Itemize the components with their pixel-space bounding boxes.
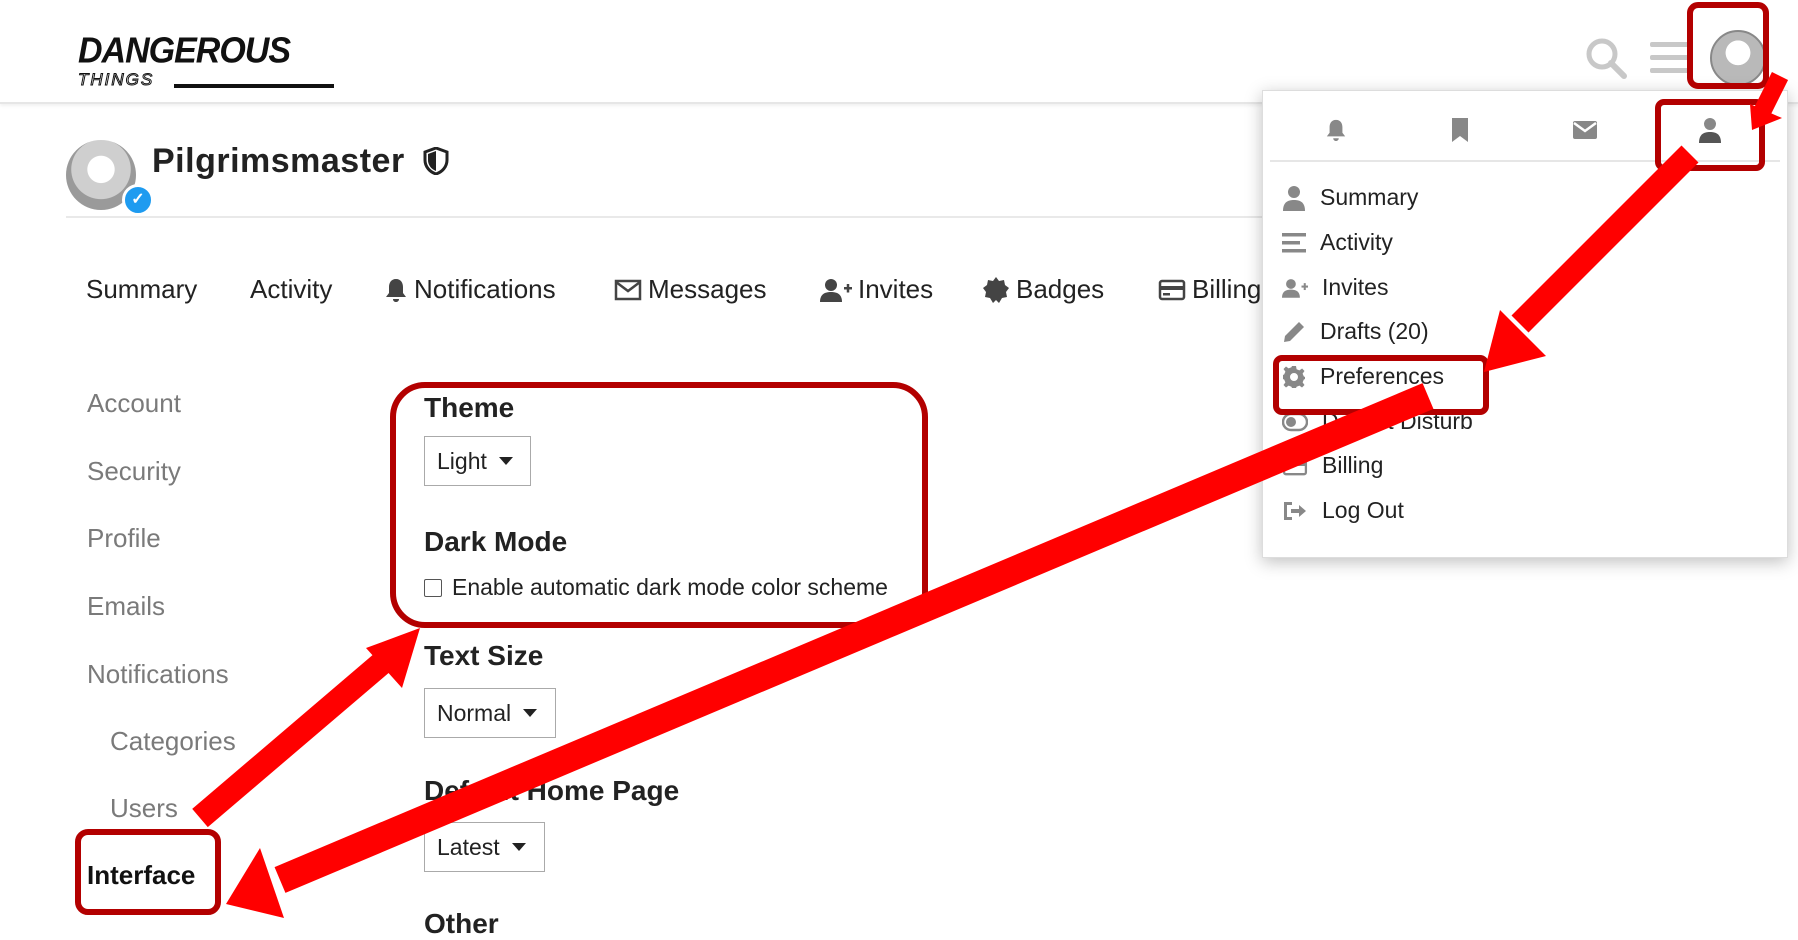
username-text: Pilgrimsmaster	[152, 142, 405, 180]
dark-mode-heading: Dark Mode	[424, 526, 568, 557]
menu-item-label: Summary	[1320, 184, 1419, 210]
tab-label: Messages	[648, 274, 767, 304]
menu-item-summary[interactable]: Summary	[1282, 184, 1418, 211]
tab-invites[interactable]: Invites	[820, 274, 933, 305]
profile-username: Pilgrimsmaster	[152, 142, 449, 181]
user-plus-icon	[820, 278, 852, 302]
arrowhead-icon	[226, 848, 284, 918]
dark-mode-checkbox[interactable]	[424, 578, 442, 597]
toggle-icon	[1282, 412, 1308, 431]
tab-notifications[interactable]: Notifications	[384, 274, 556, 305]
sidebar-item-notifications[interactable]: Notifications	[87, 659, 229, 690]
menu-item-label: Activity	[1320, 229, 1393, 255]
tab-badges[interactable]: Badges	[982, 274, 1104, 305]
tab-billing[interactable]: Billing	[1158, 274, 1261, 305]
other-heading: Other	[424, 908, 499, 939]
envelope-icon	[1573, 121, 1597, 139]
sign-out-icon	[1284, 501, 1306, 520]
sidebar-item-security[interactable]: Security	[87, 456, 181, 487]
menu-item-label: Preferences	[1320, 363, 1445, 389]
theme-select[interactable]: Light	[424, 436, 531, 486]
logo-underline	[174, 84, 334, 88]
tab-label: Summary	[86, 274, 198, 304]
sidebar-item-interface[interactable]: Interface	[87, 860, 195, 891]
caret-down-icon	[511, 843, 526, 851]
default-home-select[interactable]: Latest	[424, 822, 545, 872]
search-icon[interactable]	[1584, 36, 1628, 80]
caret-down-icon	[498, 457, 513, 465]
menu-item-billing[interactable]: Billing	[1282, 452, 1383, 479]
menu-item-drafts[interactable]: Drafts (20)	[1282, 318, 1429, 345]
sidebar-item-profile[interactable]: Profile	[87, 523, 161, 554]
profile-divider	[66, 216, 1266, 218]
gear-icon	[1283, 365, 1305, 388]
sidebar-item-emails[interactable]: Emails	[87, 591, 165, 622]
tab-label: Badges	[1016, 274, 1105, 304]
envelope-icon	[614, 279, 642, 300]
menu-item-log-out[interactable]: Log Out	[1282, 497, 1404, 524]
default-home-heading: Default Home Page	[424, 775, 680, 806]
tab-label: Invites	[858, 274, 934, 304]
pencil-icon	[1284, 321, 1304, 342]
menu-tab-notifications[interactable]	[1316, 110, 1356, 150]
menu-item-label: Do Not Disturb	[1322, 408, 1473, 434]
menu-item-preferences[interactable]: Preferences	[1282, 363, 1444, 390]
sidebar-item-account[interactable]: Account	[87, 388, 181, 419]
user-icon	[1699, 118, 1721, 143]
text-size-value: Normal	[437, 699, 512, 726]
menu-item-activity[interactable]: Activity	[1282, 229, 1393, 256]
menu-tab-divider	[1270, 160, 1780, 162]
shield-icon	[423, 146, 449, 176]
tab-activity[interactable]: Activity	[250, 274, 332, 305]
menu-item-label: Billing	[1322, 452, 1384, 478]
stream-icon	[1282, 232, 1306, 252]
user-icon	[1283, 185, 1305, 211]
tab-label: Billing	[1192, 274, 1262, 304]
menu-item-label: Log Out	[1322, 497, 1404, 523]
menu-item-do-not-disturb[interactable]: Do Not Disturb	[1282, 408, 1473, 435]
menu-item-label: Drafts (20)	[1320, 318, 1429, 344]
dark-mode-row: Enable automatic dark mode color scheme	[424, 574, 888, 601]
menu-tab-bookmarks[interactable]	[1440, 110, 1480, 150]
tab-label: Notifications	[414, 274, 556, 304]
verified-badge-icon: ✓	[122, 184, 154, 216]
dark-mode-label[interactable]: Enable automatic dark mode color scheme	[452, 574, 888, 601]
user-plus-icon	[1282, 278, 1308, 298]
text-size-heading: Text Size	[424, 640, 544, 671]
theme-value: Light	[437, 447, 487, 474]
badge-icon	[983, 276, 1009, 303]
bell-icon	[386, 278, 406, 302]
sidebar-item-users[interactable]: Users	[110, 793, 178, 824]
credit-card-icon	[1282, 456, 1308, 475]
sidebar-item-categories[interactable]: Categories	[110, 726, 236, 757]
tab-messages[interactable]: Messages	[614, 274, 767, 305]
logo-main-text: DANGEROUS	[78, 31, 291, 71]
menu-tab-user[interactable]	[1690, 110, 1730, 150]
tab-label: Activity	[250, 274, 333, 304]
arrowhead-icon	[366, 628, 420, 688]
menu-tab-messages[interactable]	[1565, 110, 1605, 150]
menu-item-label: Invites	[1322, 274, 1389, 300]
text-size-select[interactable]: Normal	[424, 688, 556, 738]
bell-icon	[1326, 119, 1346, 141]
tab-summary[interactable]: Summary	[86, 274, 197, 305]
credit-card-icon	[1158, 279, 1186, 300]
user-avatar-button[interactable]	[1710, 30, 1766, 86]
caret-down-icon	[523, 709, 538, 717]
site-logo[interactable]: DANGEROUS THINGS	[77, 26, 334, 90]
hamburger-icon[interactable]	[1650, 40, 1690, 76]
bookmark-icon	[1452, 118, 1468, 142]
default-home-value: Latest	[437, 833, 500, 860]
theme-heading: Theme	[424, 392, 515, 423]
logo-sub-text: THINGS	[77, 70, 155, 90]
menu-item-invites[interactable]: Invites	[1282, 274, 1388, 301]
